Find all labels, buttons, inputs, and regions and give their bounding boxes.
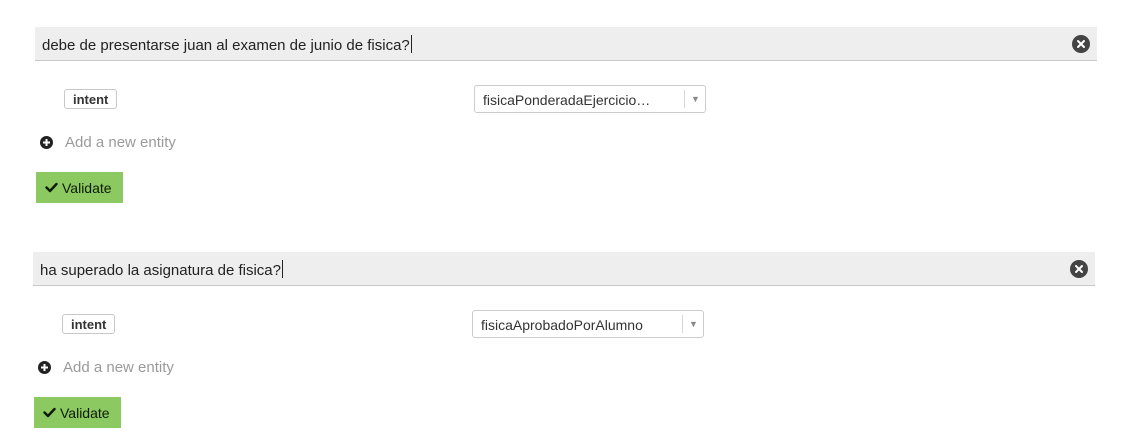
plus-circle-icon[interactable] xyxy=(38,361,51,374)
query-bar[interactable]: ha superado la asignatura de fisica? xyxy=(33,252,1095,286)
text-cursor xyxy=(282,260,283,278)
intent-select-value: fisicaAprobadoPorAlumno xyxy=(481,317,643,333)
intent-select[interactable]: fisicaAprobadoPorAlumno ▼ xyxy=(472,310,704,338)
query-text[interactable]: ha superado la asignatura de fisica? xyxy=(40,262,281,279)
validate-button[interactable]: Validate xyxy=(36,172,123,203)
query-bar[interactable]: debe de presentarse juan al examen de ju… xyxy=(35,27,1097,61)
query-text[interactable]: debe de presentarse juan al examen de ju… xyxy=(42,37,410,54)
select-divider xyxy=(684,90,685,108)
caret-down-icon[interactable]: ▼ xyxy=(691,90,700,108)
validate-button[interactable]: Validate xyxy=(34,397,121,428)
validate-label: Validate xyxy=(62,179,112,196)
check-icon xyxy=(45,182,58,193)
intent-select-value: fisicaPonderadaEjercicio… xyxy=(483,92,651,108)
caret-down-icon[interactable]: ▼ xyxy=(689,315,698,333)
validate-label: Validate xyxy=(60,404,110,421)
select-divider xyxy=(682,315,683,333)
entity-tag-intent[interactable]: intent xyxy=(64,89,118,109)
entity-tag-intent[interactable]: intent xyxy=(62,314,116,334)
intent-select[interactable]: fisicaPonderadaEjercicio… ▼ xyxy=(474,85,706,113)
close-circle-icon[interactable] xyxy=(1070,260,1088,278)
query-text-container[interactable]: debe de presentarse juan al examen de ju… xyxy=(42,35,412,54)
text-cursor xyxy=(410,35,412,53)
add-entity-button[interactable]: Add a new entity xyxy=(38,359,218,379)
add-entity-label[interactable]: Add a new entity xyxy=(63,359,174,376)
add-entity-label[interactable]: Add a new entity xyxy=(65,134,176,151)
close-circle-icon[interactable] xyxy=(1072,35,1090,53)
example-card-1: debe de presentarse juan al examen de ju… xyxy=(0,0,1137,220)
query-text-container[interactable]: ha superado la asignatura de fisica? xyxy=(40,260,283,279)
example-card-2: ha superado la asignatura de fisica? int… xyxy=(0,220,1137,447)
plus-circle-icon[interactable] xyxy=(40,136,53,149)
check-icon xyxy=(43,407,56,418)
add-entity-button[interactable]: Add a new entity xyxy=(40,134,220,154)
